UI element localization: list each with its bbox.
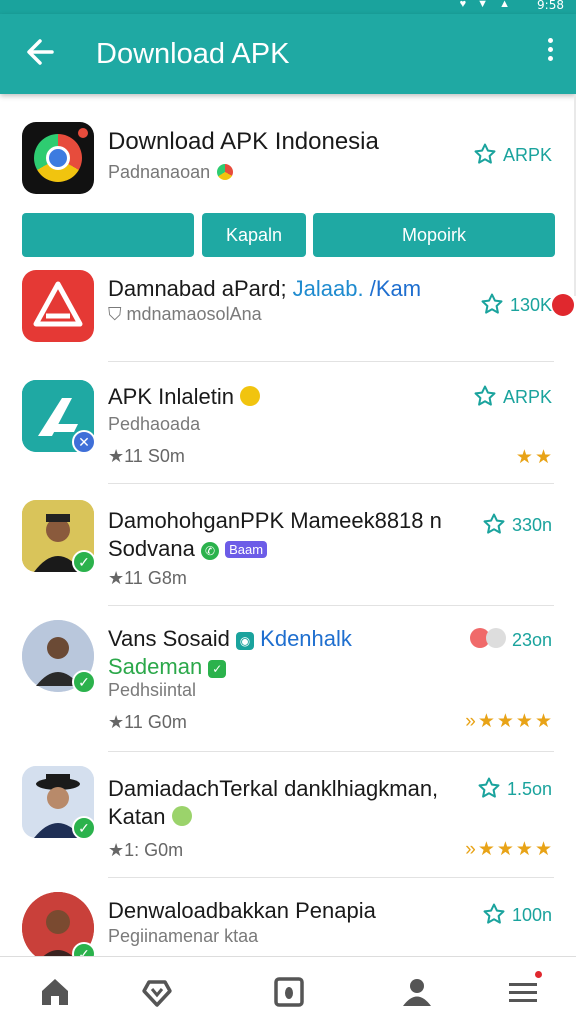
back-arrow-icon[interactable] (22, 32, 62, 72)
action-button-kapaln[interactable]: Kapaln (202, 213, 306, 257)
menu-icon[interactable] (506, 971, 542, 1009)
avatar: ✓ (22, 500, 96, 574)
app-title: DamohohganPPK Mameek8818 n (108, 508, 442, 533)
verified-badge-icon: ◉ (236, 632, 255, 650)
emoji-icon (485, 628, 506, 648)
app-title-line2: Katan (108, 804, 192, 830)
avatar: ✓ (22, 892, 96, 958)
app-title-line2: Sodvana ✆ Baam (108, 536, 268, 562)
home-icon[interactable] (38, 975, 72, 1009)
app-subtitle: Pedhsiintal (108, 680, 197, 700)
store-icon[interactable] (272, 975, 306, 1009)
list-item[interactable]: Damnabad aPard; Jalaab. /Kam ⛉ mdnamaoso… (0, 264, 576, 362)
app-title: APK Inlaletin (108, 384, 261, 410)
app-rating: 130K (480, 292, 552, 316)
chrome-app-icon[interactable] (22, 122, 94, 194)
app-subtitle: Pedhaoada (108, 414, 201, 434)
apk-app-icon: ✕ (22, 380, 96, 454)
google-icon (217, 164, 234, 180)
app-meta: ★1: G0m (108, 840, 184, 860)
verified-check-icon: ✓ (72, 550, 96, 574)
whatsapp-icon: ✆ (200, 542, 219, 560)
profile-icon[interactable] (400, 975, 434, 1009)
app-rating: 1.5on (477, 776, 552, 800)
verified-check-icon: ✓ (72, 670, 96, 694)
status-icons: ♥ ▼ ▲ (459, 0, 514, 10)
star-outline-icon (483, 903, 505, 924)
list-item[interactable]: ✓ Vans Sosaid ◉ Kdenhalk Sademan ✓ Pedhs… (0, 606, 576, 752)
verified-check-icon: ✓ (72, 816, 96, 840)
emoji-icon (171, 806, 192, 826)
page-title: Download APK (96, 38, 290, 70)
app-meta: ★11 S0m (108, 446, 185, 466)
check-badge-icon: ✓ (208, 660, 227, 678)
header-app-title[interactable]: Download APK Indonesia (108, 128, 379, 156)
app-title: Damnabad aPard; Jalaab. /Kam (108, 276, 422, 301)
app-title: DamiadachTerkal danklhiagkman, (108, 776, 439, 801)
star-rating-icon: ★★ (515, 447, 554, 468)
status-bar: ♥ ▼ ▲ 9:58 (0, 0, 576, 14)
status-time: 9:58 (537, 0, 564, 12)
app-meta: ★11 G8m (108, 568, 187, 588)
star-rating-icon: »★★★★ (465, 839, 554, 860)
list-item[interactable]: ✓ DamiadachTerkal danklhiagkman, Katan ★… (0, 752, 576, 878)
list-item[interactable]: ✓ Denwaloadbakkan Penapia Pegiinamenar k… (0, 878, 576, 958)
action-button-primary[interactable] (22, 213, 194, 257)
avatar: ✓ (22, 620, 96, 694)
app-rating: 100n (482, 902, 552, 926)
avatar: ✓ (22, 766, 96, 840)
app-rating: ARPK (473, 384, 552, 408)
app-bar: Download APK (0, 14, 576, 94)
app-rating: 23on (469, 628, 552, 651)
badge-icon: ✕ (72, 430, 96, 454)
app-title: Denwaloadbakkan Penapia (108, 898, 376, 923)
red-app-icon (22, 270, 94, 342)
notification-dot (535, 971, 542, 978)
header-app-subtitle: Padnanaoan (108, 162, 234, 183)
more-options-icon[interactable] (542, 34, 558, 74)
app-title: Vans Sosaid ◉ Kdenhalk (108, 626, 352, 651)
notification-dot (552, 294, 574, 316)
app-subtitle: Pegiinamenar ktaa (108, 926, 259, 946)
app-tag: Sademan ✓ (108, 654, 227, 680)
star-outline-icon (483, 513, 505, 534)
bottom-navigation (0, 956, 576, 1024)
list-item[interactable]: ✕ APK Inlaletin Pedhaoada ★11 S0m ARPK ★… (0, 362, 576, 484)
star-outline-icon (474, 143, 496, 164)
star-outline-icon (478, 777, 500, 798)
list-item[interactable]: ✓ DamohohganPPK Mameek8818 n Sodvana ✆ B… (0, 484, 576, 606)
app-meta: ★11 G0m (108, 712, 187, 732)
emoji-icon (240, 386, 261, 406)
app-rating: 330n (482, 512, 552, 536)
shield-icon[interactable] (140, 975, 174, 1009)
app-subtitle: ⛉ mdnamaosolAna (108, 304, 262, 324)
action-button-mopoirk[interactable]: Mopoirk (313, 213, 555, 257)
header-badge[interactable]: ARPK (473, 142, 552, 166)
star-outline-icon (474, 385, 496, 406)
shield-small-icon: ⛉ (108, 304, 122, 324)
star-outline-icon (481, 293, 503, 314)
star-rating-icon: »★★★★ (465, 711, 554, 732)
